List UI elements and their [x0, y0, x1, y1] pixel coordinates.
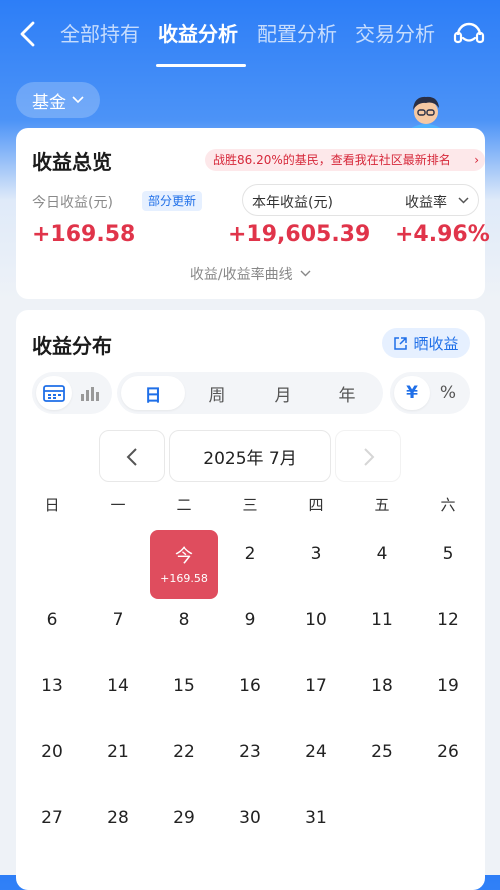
period-month[interactable]: 月 [251, 376, 315, 410]
calendar-view-option[interactable] [36, 376, 72, 410]
profit-curve-link-label: 收益/收益率曲线 [189, 267, 293, 283]
calendar-day[interactable]: 21 [85, 742, 151, 762]
weekday-label: 四 [308, 496, 324, 514]
chevron-right-icon: › [474, 153, 479, 167]
calendar-day[interactable]: 26 [415, 742, 481, 762]
top-header: 全部持有 收益分析 配置分析 交易分析 [0, 0, 500, 72]
bar-chart-icon [81, 387, 99, 401]
calendar-day[interactable]: 29 [151, 808, 217, 828]
weekday-label: 五 [374, 496, 390, 514]
calendar-day[interactable]: 15 [151, 676, 217, 696]
calendar-day[interactable]: 13 [19, 676, 85, 696]
tab-profit-analysis[interactable]: 收益分析 [158, 18, 238, 47]
distribution-title: 收益分布 [32, 334, 112, 358]
calendar-day[interactable]: 12 [415, 610, 481, 630]
calendar-day[interactable]: 22 [151, 742, 217, 762]
calendar-day[interactable]: 28 [85, 808, 151, 828]
weekday-label: 日 [44, 496, 60, 514]
profit-overview-card: 收益总览 战胜86.20%的基民，查看我在社区最新排名 › 今日收益(元) 部分… [16, 128, 490, 299]
calendar-day[interactable]: 25 [349, 742, 415, 762]
profit-curve-link[interactable]: 收益/收益率曲线 [16, 264, 485, 284]
prev-month-button[interactable] [99, 430, 165, 482]
current-month[interactable]: 2025年 7月 [169, 430, 331, 482]
calendar-day[interactable]: 8 [151, 610, 217, 630]
partial-update-badge: 部分更新 [142, 191, 203, 211]
today-marker: 今 [175, 546, 193, 567]
ranking-promo-banner[interactable]: 战胜86.20%的基民，查看我在社区最新排名 › [205, 149, 485, 171]
weekday-label: 二 [176, 496, 192, 514]
calendar-day[interactable]: 18 [349, 676, 415, 696]
calendar-day[interactable]: 2 [217, 544, 283, 564]
calendar-day[interactable]: 14 [85, 676, 151, 696]
period-week[interactable]: 周 [185, 376, 249, 410]
calendar-day[interactable]: 5 [415, 544, 481, 564]
calendar-day[interactable]: 17 [283, 676, 349, 696]
calendar-today-cell[interactable]: 今 +169.58 [150, 530, 218, 599]
tab-trade-analysis[interactable]: 交易分析 [355, 18, 435, 47]
ranking-promo-text: 战胜86.20%的基民，查看我在社区最新排名 [213, 153, 451, 167]
weekday-label: 一 [110, 496, 126, 514]
calendar-day[interactable]: 3 [283, 544, 349, 564]
calendar-day[interactable]: 11 [349, 610, 415, 630]
calendar-day[interactable]: 7 [85, 610, 151, 630]
fund-filter-dropdown[interactable]: 基金 [16, 82, 100, 118]
share-icon [394, 336, 408, 350]
calendar-day[interactable]: 19 [415, 676, 481, 696]
chevron-right-icon [364, 448, 375, 466]
calendar-day[interactable]: 9 [217, 610, 283, 630]
calendar-day[interactable]: 31 [283, 808, 349, 828]
period-toggle: 日 周 月 年 [117, 372, 383, 414]
unit-toggle: ¥ % [390, 372, 470, 414]
year-profit-label: 本年收益(元) [252, 195, 333, 211]
fund-filter-label: 基金 [32, 92, 66, 113]
customer-service-icon[interactable] [451, 17, 487, 53]
calendar-day[interactable]: 10 [283, 610, 349, 630]
today-profit: +169.58 [160, 572, 208, 585]
active-tab-indicator [156, 64, 246, 67]
year-profit-value: +19,605.39 [228, 222, 371, 247]
share-profit-label: 晒收益 [413, 334, 459, 353]
weekday-label: 六 [440, 496, 456, 514]
calendar-day[interactable]: 23 [217, 742, 283, 762]
today-profit-label: 今日收益(元) [32, 195, 113, 211]
tab-allocation-analysis[interactable]: 配置分析 [257, 18, 337, 47]
calendar-icon [43, 385, 65, 402]
back-arrow-icon[interactable] [12, 18, 44, 50]
year-rate-selector[interactable]: 本年收益(元) 收益率 [242, 184, 479, 216]
today-profit-value: +169.58 [32, 222, 136, 247]
calendar-day[interactable]: 4 [349, 544, 415, 564]
period-day[interactable]: 日 [121, 376, 185, 410]
calendar-day[interactable]: 16 [217, 676, 283, 696]
period-year[interactable]: 年 [315, 376, 379, 410]
overview-title: 收益总览 [32, 150, 112, 174]
view-toggle [32, 372, 112, 414]
bar-chart-view-option[interactable] [72, 376, 108, 410]
profit-distribution-card: 收益分布 晒收益 日 周 月 年 ¥ % 2025年 7月 日一二三四五六 今 … [16, 310, 485, 890]
calendar-day[interactable]: 24 [283, 742, 349, 762]
next-month-button[interactable] [335, 430, 401, 482]
calendar-day[interactable]: 27 [19, 808, 85, 828]
chevron-down-icon [72, 96, 84, 104]
rate-label: 收益率 [405, 195, 447, 211]
calendar-day[interactable]: 6 [19, 610, 85, 630]
tab-holdings[interactable]: 全部持有 [60, 18, 140, 47]
rate-value: +4.96% [395, 222, 490, 247]
chevron-down-icon [300, 270, 311, 277]
share-profit-button[interactable]: 晒收益 [382, 328, 470, 358]
weekday-label: 三 [242, 496, 258, 514]
chevron-left-icon [126, 448, 137, 466]
unit-percent[interactable]: % [430, 376, 466, 410]
calendar-day[interactable]: 20 [19, 742, 85, 762]
chevron-down-icon [458, 197, 469, 204]
unit-yuan[interactable]: ¥ [394, 376, 430, 410]
calendar-day[interactable]: 30 [217, 808, 283, 828]
